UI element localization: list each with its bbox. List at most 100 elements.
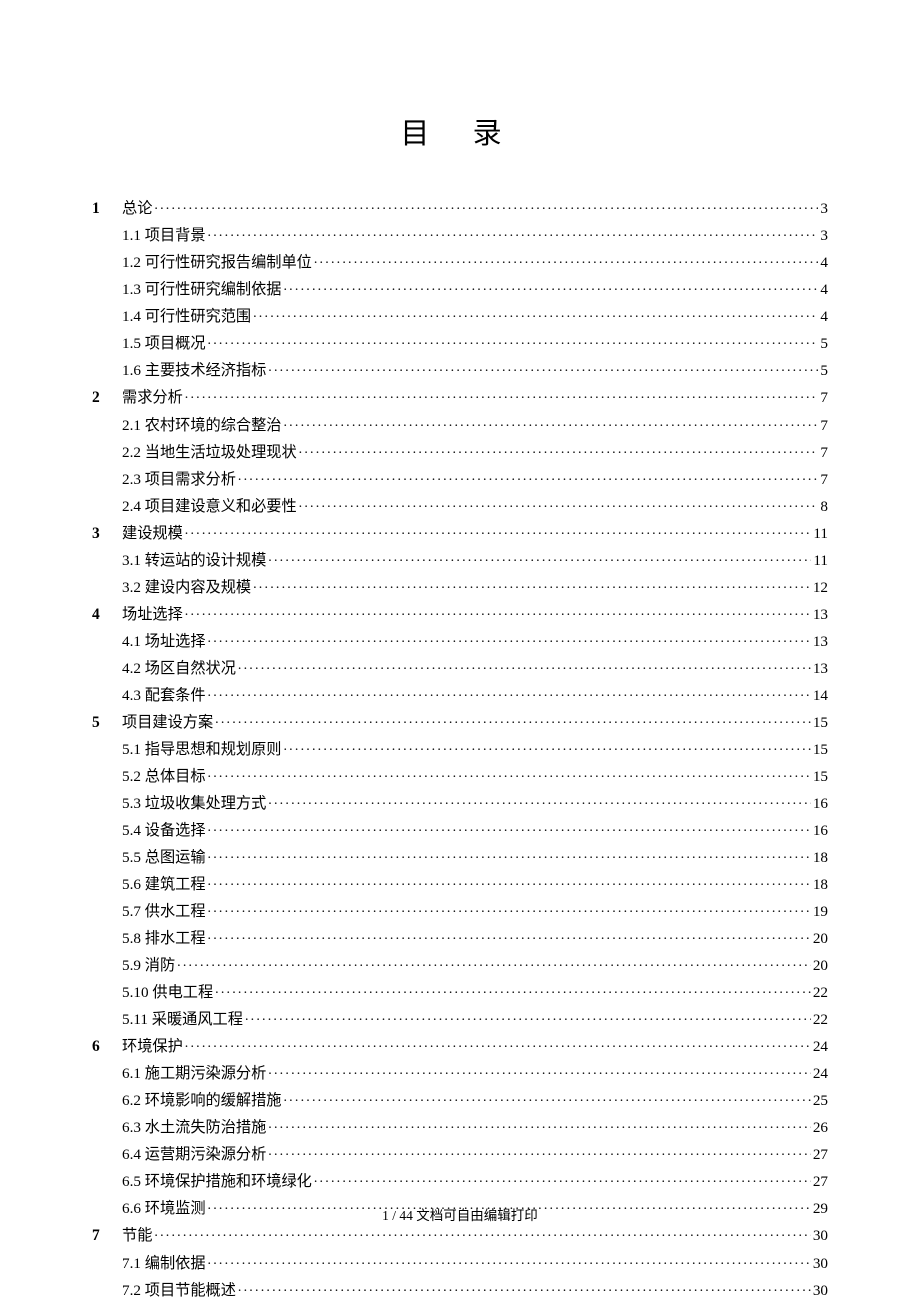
toc-leader-dots xyxy=(185,1036,811,1051)
toc-entry-page: 16 xyxy=(813,796,828,811)
toc-entry: 5.2 总体目标 15 xyxy=(92,766,828,784)
document-page: 目 录 1总论31.1 项目背景31.2 可行性研究报告编制单位41.3 可行性… xyxy=(0,0,920,1298)
toc-entry-page: 22 xyxy=(813,1012,828,1027)
toc-leader-dots xyxy=(299,441,819,456)
toc-entry-label: 3.1 转运站的设计规模 xyxy=(122,553,266,568)
toc-entry: 2.1 农村环境的综合整治7 xyxy=(92,414,828,432)
toc-entry-page: 16 xyxy=(813,823,828,838)
toc-entry: 7.2 项目节能概述30 xyxy=(92,1279,828,1297)
toc-entry-page: 13 xyxy=(813,607,828,622)
toc-leader-dots xyxy=(283,739,810,754)
toc-entry-page: 3 xyxy=(820,201,828,216)
toc-entry-page: 11 xyxy=(813,553,828,568)
toc-leader-dots xyxy=(283,279,818,294)
toc-leader-dots xyxy=(185,387,819,402)
toc-leader-dots xyxy=(283,414,818,429)
toc-leader-dots xyxy=(208,901,811,916)
toc-leader-dots xyxy=(208,631,811,646)
toc-entry-label: 2.4 项目建设意义和必要性 xyxy=(122,499,297,514)
toc-entry-page: 7 xyxy=(820,390,828,405)
toc-entry-label: 4.3 配套条件 xyxy=(122,688,206,703)
toc-entry: 1.3 可行性研究编制依据4 xyxy=(92,279,828,297)
toc-leader-dots xyxy=(208,766,811,781)
toc-entry: 5.11 采暖通风工程22 xyxy=(92,1009,828,1027)
toc-leader-dots xyxy=(238,658,811,673)
toc-entry: 4.2 场区自然状况13 xyxy=(92,658,828,676)
toc-entry-label: 7.1 编制依据 xyxy=(122,1256,206,1271)
toc-leader-dots xyxy=(208,685,811,700)
toc-chapter-number: 3 xyxy=(92,526,122,542)
toc-leader-dots xyxy=(268,1144,811,1159)
toc-list: 1总论3 1.1 项目背景 3 1.2 可行性研究报告编制单位 4 1.3 可行性研究编制… xyxy=(92,198,828,1298)
toc-leader-dots xyxy=(268,793,811,808)
toc-entry: 2需求分析7 xyxy=(92,387,828,406)
toc-entry-page: 18 xyxy=(813,877,828,892)
toc-entry: 6环境保护24 xyxy=(92,1036,828,1055)
toc-entry: 4场址选择13 xyxy=(92,604,828,623)
toc-entry-page: 30 xyxy=(813,1228,828,1243)
toc-leader-dots xyxy=(238,468,819,483)
toc-entry: 5.6 建筑工程18 xyxy=(92,874,828,892)
toc-entry-page: 20 xyxy=(813,958,828,973)
toc-entry-label: 3.2 建设内容及规模 xyxy=(122,580,251,595)
toc-entry: 6.1 施工期污染源分析24 xyxy=(92,1063,828,1081)
toc-chapter-number: 5 xyxy=(92,715,122,731)
toc-entry-label: 1.1 项目背景 xyxy=(122,228,206,243)
toc-entry-page: 7 xyxy=(820,445,828,460)
toc-chapter-number: 4 xyxy=(92,607,122,623)
toc-entry-label: 5.9 消防 xyxy=(122,958,175,973)
toc-entry-page: 30 xyxy=(813,1256,828,1271)
toc-entry: 5.10 供电工程22 xyxy=(92,982,828,1000)
toc-entry: 5.7 供水工程19 xyxy=(92,901,828,919)
toc-leader-dots xyxy=(185,522,812,537)
toc-entry: 4.3 配套条件 14 xyxy=(92,685,828,703)
toc-entry: 6.5 环境保护措施和环境绿化27 xyxy=(92,1171,828,1189)
toc-entry-label: 6.4 运营期污染源分析 xyxy=(122,1147,266,1162)
toc-entry-page: 19 xyxy=(813,904,828,919)
toc-entry-label: 1.2 可行性研究报告编制单位 xyxy=(122,255,312,270)
toc-leader-dots xyxy=(208,1252,811,1267)
toc-leader-dots xyxy=(299,495,819,510)
toc-entry-page: 4 xyxy=(820,309,828,324)
toc-leader-dots xyxy=(238,1279,811,1294)
toc-leader-dots xyxy=(208,225,819,240)
toc-entry: 6.4 运营期污染源分析27 xyxy=(92,1144,828,1162)
toc-entry: 2.4 项目建设意义和必要性 8 xyxy=(92,495,828,513)
toc-entry-page: 7 xyxy=(820,472,828,487)
toc-entry: 5.1 指导思想和规划原则15 xyxy=(92,739,828,757)
toc-entry-page: 15 xyxy=(813,742,828,757)
toc-entry-label: 节能 xyxy=(122,1228,152,1243)
toc-leader-dots xyxy=(177,955,811,970)
toc-leader-dots xyxy=(268,550,811,565)
toc-leader-dots xyxy=(253,577,811,592)
toc-leader-dots xyxy=(283,1090,810,1105)
toc-entry-page: 15 xyxy=(813,769,828,784)
toc-entry-page: 15 xyxy=(813,715,828,730)
toc-leader-dots xyxy=(314,1171,811,1186)
toc-leader-dots xyxy=(245,1009,811,1024)
toc-entry-label: 5.2 总体目标 xyxy=(122,769,206,784)
toc-entry-page: 12 xyxy=(813,580,828,595)
toc-entry-label: 4.1 场址选择 xyxy=(122,634,206,649)
toc-entry-label: 6.3 水土流失防治措施 xyxy=(122,1120,266,1135)
toc-entry: 3建设规模11 xyxy=(92,522,828,541)
toc-entry-page: 5 xyxy=(820,336,828,351)
toc-entry-label: 1.6 主要技术经济指标 xyxy=(122,363,266,378)
toc-entry-label: 1.3 可行性研究编制依据 xyxy=(122,282,281,297)
toc-entry-label: 5.10 供电工程 xyxy=(122,985,213,1000)
toc-entry-label: 建设规模 xyxy=(122,526,183,541)
toc-entry: 2.2 当地生活垃圾处理现状7 xyxy=(92,441,828,459)
toc-entry: 6.2 环境影响的缓解措施25 xyxy=(92,1090,828,1108)
toc-entry-page: 3 xyxy=(820,228,828,243)
toc-entry-label: 6.2 环境影响的缓解措施 xyxy=(122,1093,281,1108)
toc-entry-page: 14 xyxy=(813,688,828,703)
toc-chapter-number: 2 xyxy=(92,390,122,406)
toc-entry: 3.2 建设内容及规模 12 xyxy=(92,577,828,595)
toc-entry: 1.4 可行性研究范围4 xyxy=(92,306,828,324)
toc-entry: 5.9 消防 20 xyxy=(92,955,828,973)
toc-leader-dots xyxy=(268,1117,811,1132)
toc-entry-page: 8 xyxy=(820,499,828,514)
toc-entry-label: 7.2 项目节能概述 xyxy=(122,1283,236,1298)
toc-entry: 1总论3 xyxy=(92,198,828,217)
toc-entry: 5.4 设备选择16 xyxy=(92,820,828,838)
